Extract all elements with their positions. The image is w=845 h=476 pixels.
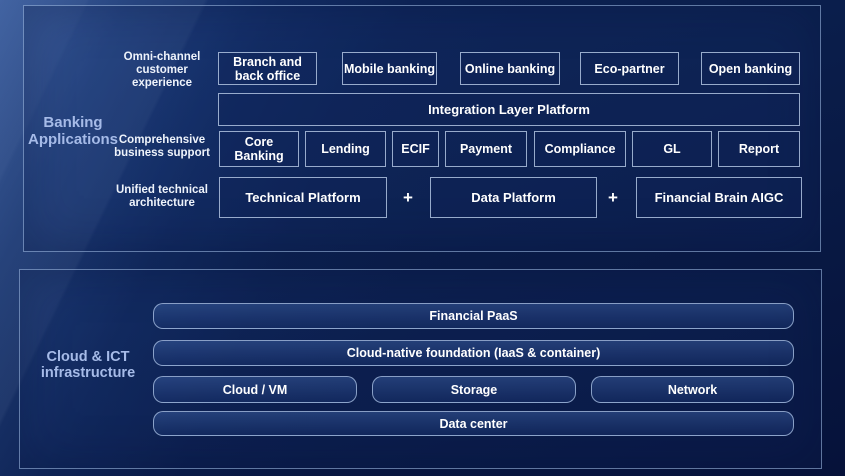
plus-separator-icon: + — [601, 189, 625, 207]
box-open-banking: Open banking — [701, 52, 800, 85]
architecture-diagram: Banking Applications Omni-channel custom… — [0, 0, 845, 476]
cloud-ict-title: Cloud & ICT infrastructure — [28, 349, 148, 381]
box-core-banking: Core Banking — [219, 131, 299, 167]
box-technical-platform: Technical Platform — [219, 177, 387, 218]
box-report: Report — [718, 131, 800, 167]
box-financial-brain-aigc: Financial Brain AIGC — [636, 177, 802, 218]
box-branch-and-back-office: Branch and back office — [218, 52, 317, 85]
box-mobile-banking: Mobile banking — [342, 52, 437, 85]
label-omni-channel: Omni-channel customer experience — [112, 51, 212, 90]
box-lending: Lending — [305, 131, 386, 167]
box-data-platform: Data Platform — [430, 177, 597, 218]
plus-separator-icon: + — [396, 189, 420, 207]
bar-cloud-native-foundation: Cloud-native foundation (IaaS & containe… — [153, 340, 794, 366]
box-gl: GL — [632, 131, 712, 167]
box-compliance: Compliance — [534, 131, 626, 167]
box-ecif: ECIF — [392, 131, 439, 167]
banking-applications-title: Banking Applications — [23, 114, 123, 148]
label-unified-architecture: Unified technical architecture — [112, 184, 212, 210]
bar-cloud-vm: Cloud / VM — [153, 376, 357, 403]
box-integration-layer-platform: Integration Layer Platform — [218, 93, 800, 126]
bar-financial-paas: Financial PaaS — [153, 303, 794, 329]
box-online-banking: Online banking — [460, 52, 560, 85]
box-payment: Payment — [445, 131, 527, 167]
box-eco-partner: Eco-partner — [580, 52, 679, 85]
bar-network: Network — [591, 376, 794, 403]
label-business-support: Comprehensive business support — [112, 134, 212, 160]
bar-data-center: Data center — [153, 411, 794, 436]
bar-storage: Storage — [372, 376, 576, 403]
